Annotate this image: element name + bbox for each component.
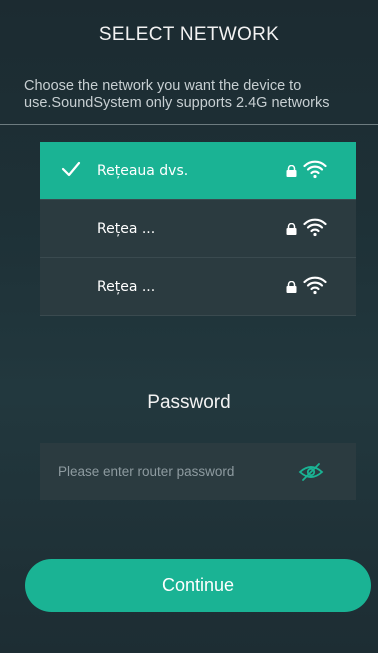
wifi-icon	[303, 218, 327, 237]
check-icon	[61, 161, 81, 177]
network-item[interactable]: Rețea ...	[40, 200, 356, 258]
network-list: Rețeaua dvs. Rețea ... Rețea ...	[40, 142, 356, 316]
network-name: Rețea ...	[97, 278, 156, 295]
network-item[interactable]: Rețea ...	[40, 258, 356, 316]
eye-off-icon[interactable]	[297, 462, 325, 482]
lock-icon	[286, 223, 297, 235]
page-title: SELECT NETWORK	[98, 24, 280, 45]
lock-icon	[286, 165, 297, 177]
password-field[interactable]	[40, 443, 356, 500]
password-label: Password	[147, 392, 231, 413]
wifi-icon	[303, 160, 327, 179]
network-item-selected[interactable]: Rețeaua dvs.	[40, 142, 356, 200]
network-name: Rețeaua dvs.	[97, 162, 189, 179]
lock-icon	[286, 281, 297, 293]
wifi-icon	[303, 276, 327, 295]
divider	[0, 124, 378, 125]
password-input[interactable]	[56, 463, 300, 480]
network-name: Rețea ...	[97, 220, 156, 237]
continue-button[interactable]: Continue	[25, 559, 371, 612]
instructions-text: Choose the network you want the device t…	[24, 78, 330, 111]
header: SELECT NETWORK	[0, 0, 378, 70]
